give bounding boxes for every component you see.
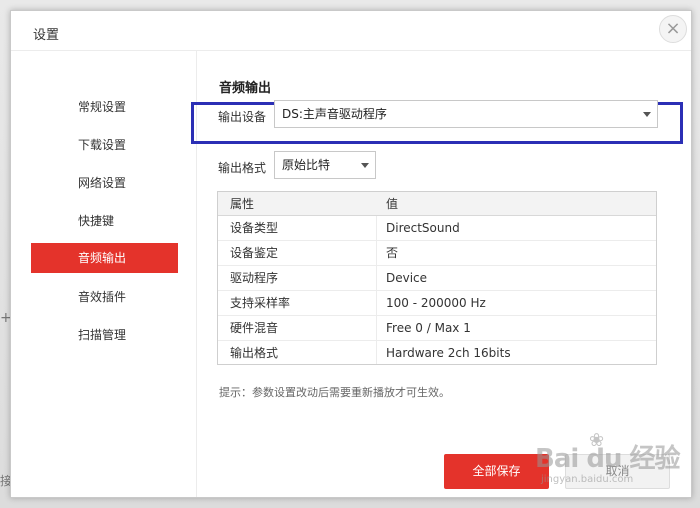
table-cell-value: DirectSound xyxy=(386,221,460,235)
table-row[interactable]: 设备类型 DirectSound xyxy=(218,216,656,241)
table-cell-property: 输出格式 xyxy=(230,346,279,360)
chevron-down-icon xyxy=(361,163,369,168)
sidebar-item-scan-management[interactable]: 扫描管理 xyxy=(31,320,178,350)
table-cell-property: 设备类型 xyxy=(230,221,279,235)
table-cell-value: 否 xyxy=(386,246,399,260)
hint-text: 提示：参数设置改动后需要重新播放才可生效。 xyxy=(219,386,450,399)
table-cell-value: 100 - 200000 Hz xyxy=(386,296,486,310)
output-format-label: 输出格式 xyxy=(218,161,267,175)
sidebar-item-audio-output[interactable]: 音频输出 xyxy=(31,243,178,273)
table-header-value: 值 xyxy=(386,197,399,211)
table-row[interactable]: 设备鉴定 否 xyxy=(218,241,656,266)
device-properties-table: 属性 值 设备类型 DirectSound 设备鉴定 否 驱动程序 Device… xyxy=(217,191,657,365)
settings-content: 音频输出 输出设备 DS:主声音驱动程序 输出格式 原始比特 属性 值 设备类型… xyxy=(191,51,691,497)
save-all-button[interactable]: 全部保存 xyxy=(444,454,549,489)
cancel-button[interactable]: 取消 xyxy=(565,454,670,489)
table-cell-property: 硬件混音 xyxy=(230,321,279,335)
sidebar-item-effects-plugins[interactable]: 音效插件 xyxy=(31,282,178,312)
table-cell-value: Free 0 / Max 1 xyxy=(386,321,471,335)
table-cell-property: 驱动程序 xyxy=(230,271,279,285)
table-cell-value: Hardware 2ch 16bits xyxy=(386,346,511,360)
chevron-down-icon xyxy=(643,112,651,117)
output-format-select[interactable]: 原始比特 xyxy=(274,151,376,179)
output-format-value: 原始比特 xyxy=(282,158,331,172)
sidebar-item-shortcuts[interactable]: 快捷键 xyxy=(31,206,178,236)
settings-dialog: 设置 × 常规设置 下载设置 网络设置 快捷键 音频输出 音效插件 扫描管理 音… xyxy=(10,10,692,498)
output-device-label: 输出设备 xyxy=(218,110,267,124)
table-row[interactable]: 输出格式 Hardware 2ch 16bits xyxy=(218,341,656,366)
table-cell-property: 设备鉴定 xyxy=(230,246,279,260)
table-cell-property: 支持采样率 xyxy=(230,296,291,310)
sidebar-item-network[interactable]: 网络设置 xyxy=(31,168,178,198)
table-row[interactable]: 驱动程序 Device xyxy=(218,266,656,291)
table-header-property: 属性 xyxy=(230,197,255,211)
table-row[interactable]: 硬件混音 Free 0 / Max 1 xyxy=(218,316,656,341)
table-header: 属性 值 xyxy=(218,192,656,216)
section-title: 音频输出 xyxy=(219,81,272,96)
dialog-title: 设置 xyxy=(33,28,60,43)
output-device-value: DS:主声音驱动程序 xyxy=(282,107,387,121)
sidebar-item-general[interactable]: 常规设置 xyxy=(31,92,178,122)
sidebar-item-download[interactable]: 下载设置 xyxy=(31,130,178,160)
output-device-select[interactable]: DS:主声音驱动程序 xyxy=(274,100,658,128)
table-row[interactable]: 支持采样率 100 - 200000 Hz xyxy=(218,291,656,316)
close-icon[interactable]: × xyxy=(659,15,687,43)
table-cell-value: Device xyxy=(386,271,428,285)
dialog-titlebar: 设置 × xyxy=(11,11,691,51)
settings-sidebar: 常规设置 下载设置 网络设置 快捷键 音频输出 音效插件 扫描管理 xyxy=(11,51,197,497)
